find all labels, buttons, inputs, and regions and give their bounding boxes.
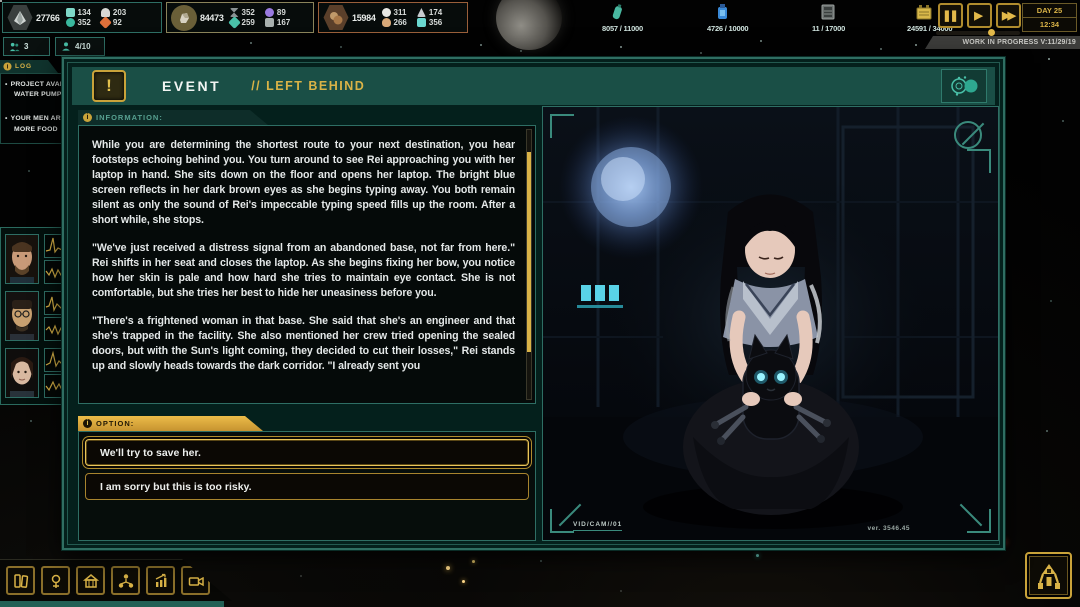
alloy-icon (265, 18, 274, 27)
stats-button[interactable] (146, 566, 175, 595)
mineral-total: 84473 (200, 13, 224, 23)
metal-total: 27766 (36, 13, 60, 23)
crew-icon (9, 41, 20, 52)
lander-button[interactable] (1025, 552, 1072, 599)
fast-forward-button[interactable]: ▶▶ (996, 3, 1021, 28)
crew-portrait-3[interactable] (5, 348, 39, 398)
speed-slider[interactable] (936, 31, 1020, 35)
version-bar: WORK IN PROGRESS V:11/29/19 (925, 36, 1080, 49)
speed-slider-handle[interactable] (988, 29, 995, 36)
day-label: DAY 25 (1023, 4, 1076, 18)
water-meter: 4726 / 10000 (705, 2, 801, 34)
capacity-badge[interactable]: 4/10 (55, 37, 105, 56)
option-button-too-risky[interactable]: I am sorry but this is too risky. (85, 473, 529, 500)
journal-button[interactable] (6, 566, 35, 595)
dialog-subtitle: // LEFT BEHIND (251, 79, 365, 93)
event-paragraph: "There's a frightened woman in that base… (92, 314, 515, 374)
reticle-decoration (954, 121, 982, 149)
event-artwork (543, 107, 998, 540)
surface-light (446, 566, 450, 570)
stats-icon (152, 572, 170, 590)
storage-meter: 11 / 17000 (810, 2, 906, 34)
crew-tree-icon (117, 572, 135, 590)
oxygen-meter: 8057 / 11000 (600, 2, 696, 34)
lander-icon (1034, 561, 1064, 591)
version-label: ver. 3546.45 (867, 525, 910, 532)
amethyst-icon (265, 8, 274, 17)
ice-icon (66, 8, 75, 17)
base-icon (82, 572, 100, 590)
play-button[interactable]: ▶ (967, 3, 992, 28)
crystal-icon (99, 16, 112, 29)
toolbar-base-strip (0, 601, 224, 607)
silica-icon (228, 16, 241, 29)
surface-light (472, 560, 475, 563)
event-dialog-header: ! EVENT // LEFT BEHIND (72, 67, 995, 105)
base-button[interactable] (76, 566, 105, 595)
storage-icon (820, 3, 836, 26)
info-icon: i (83, 419, 92, 428)
frame-corner (967, 149, 991, 173)
crew-portrait-1[interactable] (5, 234, 39, 284)
resource-group-metals[interactable]: 27766 134 203 352 92 (2, 2, 162, 33)
crew-tree-button[interactable] (111, 566, 140, 595)
quartz-icon (417, 8, 426, 17)
event-image-panel: VID/CAM//01 ver. 3546.45 (542, 106, 999, 541)
surface-light (462, 580, 465, 583)
surface-light (756, 554, 759, 557)
metal-icon (7, 5, 33, 31)
journal-icon (12, 572, 30, 590)
camera-toggle-button[interactable] (941, 69, 987, 103)
information-text-box: While you are determining the shortest r… (78, 125, 536, 404)
location-button[interactable] (41, 566, 70, 595)
crew-portrait-2[interactable] (5, 291, 39, 341)
resin-icon (382, 18, 391, 27)
water-tank-icon (715, 3, 729, 26)
info-icon: i (3, 62, 12, 71)
person-icon (61, 41, 71, 52)
information-tab: i INFORMATION: (78, 110, 268, 125)
cotton-icon (382, 8, 391, 17)
log-tab: i LOG (0, 60, 58, 73)
pause-button[interactable]: ❚❚ (938, 3, 963, 28)
options-box: We'll try to save her. I am sorry but th… (78, 431, 536, 541)
option-button-save-her[interactable]: We'll try to save her. (85, 439, 529, 466)
organics-total: 15984 (352, 13, 376, 23)
rock-icon (171, 5, 197, 31)
resource-group-minerals[interactable]: 84473 352 89 259 167 (166, 2, 314, 33)
crew-count-badge[interactable]: 3 (3, 37, 50, 56)
time-label: 12:34 (1023, 18, 1076, 31)
mineral-icon (66, 18, 75, 27)
event-paragraph: While you are determining the shortest r… (92, 138, 515, 228)
scrollbar[interactable] (526, 129, 532, 400)
battery-icon (915, 3, 933, 26)
lens-icon (949, 75, 979, 97)
crew-panel (0, 227, 67, 405)
location-icon (47, 572, 65, 590)
scrollbar-thumb[interactable] (527, 152, 531, 352)
option-tab: i OPTION: (78, 416, 263, 431)
info-icon: i (83, 113, 92, 122)
oxygen-tank-icon (610, 3, 624, 26)
exclamation-icon: ! (92, 70, 126, 102)
resource-group-organics[interactable]: 15984 311 174 266 356 (318, 2, 468, 33)
glass-icon (417, 18, 426, 27)
event-paragraph: "We've just received a distress signal f… (92, 241, 515, 301)
frame-corner (550, 114, 574, 138)
cam-label: VID/CAM//01 (573, 521, 622, 531)
event-dialog: ! EVENT // LEFT BEHIND i INFORMATION: Wh… (62, 57, 1005, 550)
day-time-display: DAY 25 12:34 (1022, 3, 1077, 32)
clay-icon (323, 5, 349, 31)
dialog-title: EVENT (162, 78, 221, 94)
svg-text:i: i (7, 64, 9, 71)
